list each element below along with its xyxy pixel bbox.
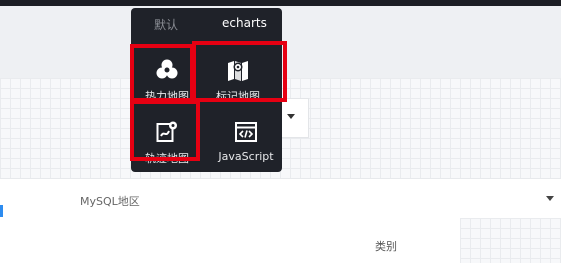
highlight-box-marker-map bbox=[192, 41, 287, 102]
highlight-box-heatmap bbox=[130, 44, 194, 102]
lower-canvas-grid bbox=[460, 218, 561, 263]
category-column-label: 类别 bbox=[375, 240, 397, 253]
caret-down-icon[interactable] bbox=[287, 114, 295, 119]
tab-echarts[interactable]: echarts bbox=[222, 16, 267, 30]
code-icon bbox=[235, 122, 257, 142]
field-indicator bbox=[0, 205, 3, 217]
highlight-box-trajectory-map bbox=[130, 100, 200, 161]
field-dropdown-caret-icon[interactable] bbox=[546, 196, 554, 201]
field-label: MySQL地区 bbox=[80, 195, 140, 208]
tab-default[interactable]: 默认 bbox=[154, 16, 178, 33]
javascript-label: JavaScript bbox=[218, 150, 274, 163]
javascript-item[interactable]: JavaScript bbox=[213, 110, 279, 172]
